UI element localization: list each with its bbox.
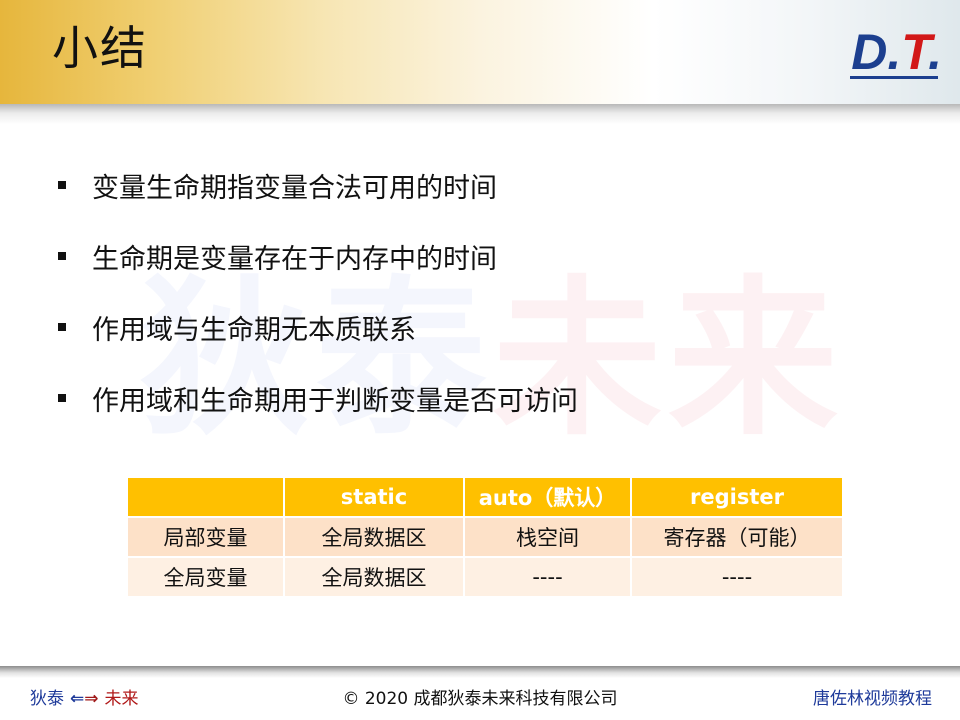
footer-course: 唐佐林视频教程	[813, 689, 932, 709]
table-cell: ----	[464, 557, 632, 598]
logo-letter-d: D	[851, 24, 888, 80]
table-row: 全局变量 全局数据区 ---- ----	[128, 557, 844, 598]
logo-letter-t: T	[901, 24, 929, 80]
slide-title: 小结	[52, 21, 148, 75]
bullet-text: 作用域和生命期用于判断变量是否可访问	[92, 385, 578, 417]
table-cell: 全局数据区	[284, 517, 465, 558]
bullet-square-icon	[58, 394, 66, 402]
bullet-item: 作用域与生命期无本质联系	[58, 304, 578, 350]
bullet-square-icon	[58, 181, 66, 189]
bullet-square-icon	[58, 252, 66, 260]
bullet-item: 变量生命期指变量合法可用的时间	[58, 162, 578, 208]
table-header-cell: static	[284, 478, 465, 518]
table-cell: 局部变量	[128, 517, 285, 558]
bullet-text: 生命期是变量存在于内存中的时间	[92, 243, 497, 275]
table-cell: 寄存器（可能）	[631, 517, 844, 558]
bullet-text: 作用域与生命期无本质联系	[92, 314, 416, 346]
table-cell: 全局数据区	[284, 557, 465, 598]
table-row: 局部变量 全局数据区 栈空间 寄存器（可能）	[128, 517, 844, 558]
header-shadow	[0, 104, 960, 124]
bullet-item: 生命期是变量存在于内存中的时间	[58, 233, 578, 279]
table-cell: 全局变量	[128, 557, 285, 598]
table-header-cell: register	[631, 478, 844, 518]
bullet-item: 作用域和生命期用于判断变量是否可访问	[58, 375, 578, 421]
table-header-cell	[128, 478, 285, 518]
dt-logo: D.T.	[851, 24, 942, 80]
bullet-square-icon	[58, 323, 66, 331]
table-header-row: static auto（默认） register	[128, 478, 844, 518]
logo-dot-2: .	[928, 24, 942, 80]
bullet-text: 变量生命期指变量合法可用的时间	[92, 172, 497, 204]
logo-underline	[850, 76, 938, 79]
storage-class-table: static auto（默认） register 局部变量 全局数据区 栈空间 …	[128, 478, 844, 598]
table-cell: ----	[631, 557, 844, 598]
footer-divider	[0, 666, 960, 678]
logo-dot: .	[887, 24, 902, 80]
table-header-cell: auto（默认）	[464, 478, 632, 518]
bullet-list: 变量生命期指变量合法可用的时间 生命期是变量存在于内存中的时间 作用域与生命期无…	[58, 162, 578, 446]
table-cell: 栈空间	[464, 517, 632, 558]
